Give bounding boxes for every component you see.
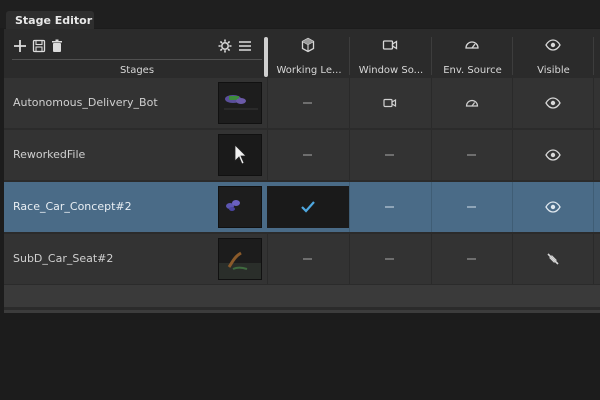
eye-icon[interactable] [545,95,561,111]
eye-icon [545,39,561,51]
panel-bottom-border [4,310,600,313]
column-separator [512,37,513,75]
stage-name: Autonomous_Delivery_Bot [13,96,158,109]
stage-editor-panel: Stages Working Le... Window So... Env. S… [4,29,600,313]
table-row[interactable]: Autonomous_Delivery_Bot [4,78,600,128]
save-icon[interactable] [32,39,46,53]
gauge-icon[interactable] [464,95,480,111]
table-row-selected[interactable]: Race_Car_Concept#2 [4,182,600,232]
header-divider [12,59,262,60]
eye-slash-icon[interactable] [545,251,561,267]
delete-icon[interactable] [51,39,63,53]
scrollbar-thumb[interactable] [264,37,268,77]
tab-stage-editor[interactable]: Stage Editor [6,11,94,30]
stage-toolbar [13,38,63,54]
env-source-toggle[interactable] [467,206,476,208]
column-header-stages[interactable]: Stages [12,65,262,76]
stage-name: Race_Car_Concept#2 [13,200,132,213]
window-source-toggle[interactable] [385,258,394,260]
stage-thumbnail [218,82,262,124]
eye-icon[interactable] [545,147,561,163]
column-separator [593,37,594,75]
add-icon[interactable] [13,39,27,53]
stage-thumbnail [218,186,262,228]
column-header-visible[interactable]: Visible [514,65,593,76]
working-level-cell[interactable] [267,186,349,228]
cube-icon [301,37,315,53]
column-separator [349,37,350,75]
working-level-toggle[interactable] [303,258,312,260]
tab-bar: Stage Editor [0,0,600,30]
settings-icon[interactable] [218,39,232,53]
table-row[interactable]: SubD_Car_Seat#2 [4,234,600,284]
column-separator [431,37,432,75]
menu-icon[interactable] [238,39,252,53]
camera-icon[interactable] [382,95,398,111]
working-level-toggle[interactable] [303,102,312,104]
working-level-toggle[interactable] [303,154,312,156]
stage-thumbnail [218,134,262,176]
stage-toolbar-right [218,38,252,54]
env-source-toggle[interactable] [467,154,476,156]
gauge-icon [465,41,479,49]
stage-name: SubD_Car_Seat#2 [13,252,114,265]
window-source-toggle[interactable] [385,154,394,156]
table-footer [4,285,600,307]
stage-thumbnail [218,238,262,280]
column-header-working-level[interactable]: Working Le... [270,65,348,76]
table-header: Stages Working Le... Window So... Env. S… [4,29,600,78]
stage-name: ReworkedFile [13,148,86,161]
checkmark-icon [301,201,315,213]
window-source-toggle[interactable] [385,206,394,208]
column-header-window-source[interactable]: Window So... [351,65,431,76]
table-row[interactable]: ReworkedFile [4,130,600,180]
env-source-toggle[interactable] [467,258,476,260]
column-header-env-source[interactable]: Env. Source [433,65,512,76]
camera-icon [382,40,398,50]
eye-icon[interactable] [545,199,561,215]
